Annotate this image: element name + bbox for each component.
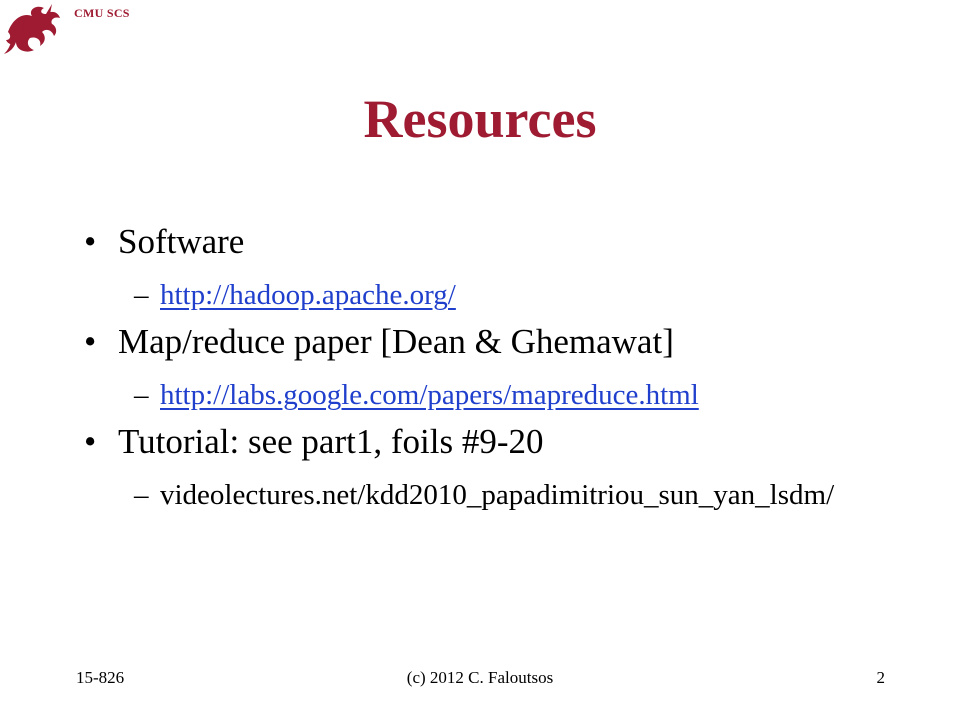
sub-item: – videolectures.net/kdd2010_papadimitrio…: [80, 481, 940, 510]
slide: CMU SCS Resources • Software – http://ha…: [0, 0, 960, 720]
bullet-group: • Tutorial: see part1, foils #9-20 – vid…: [80, 424, 940, 510]
bullet-marker: •: [84, 422, 97, 461]
bullet-text: Map/reduce paper [Dean & Ghemawat]: [118, 322, 674, 361]
bullet-item: • Map/reduce paper [Dean & Ghemawat]: [80, 324, 940, 359]
bullet-text: Software: [118, 222, 245, 261]
dash-marker: –: [134, 279, 149, 311]
bullet-item: • Software: [80, 224, 940, 259]
mapreduce-paper-link[interactable]: http://labs.google.com/papers/mapreduce.…: [160, 379, 699, 411]
bullet-item: • Tutorial: see part1, foils #9-20: [80, 424, 940, 459]
tutorial-url-text: videolectures.net/kdd2010_papadimitriou_…: [160, 479, 835, 511]
slide-title: Resources: [363, 89, 597, 149]
footer-copyright: (c) 2012 C. Faloutsos: [406, 668, 554, 687]
bullet-marker: •: [84, 222, 97, 261]
org-label: CMU SCS: [74, 6, 130, 20]
bullet-group: • Software – http://hadoop.apache.org/: [80, 224, 940, 310]
dash-marker: –: [134, 479, 149, 511]
bullet-marker: •: [84, 322, 97, 361]
sub-item: – http://hadoop.apache.org/: [80, 281, 940, 310]
bullet-text: Tutorial: see part1, foils #9-20: [118, 422, 544, 461]
footer-page-number: 2: [876, 668, 886, 687]
bullet-list: • Software – http://hadoop.apache.org/ •…: [80, 210, 940, 510]
sub-item: – http://labs.google.com/papers/mapreduc…: [80, 381, 940, 410]
dragon-icon: [4, 4, 60, 54]
dash-marker: –: [134, 379, 149, 411]
bullet-group: • Map/reduce paper [Dean & Ghemawat] – h…: [80, 324, 940, 410]
hadoop-link[interactable]: http://hadoop.apache.org/: [160, 279, 456, 311]
